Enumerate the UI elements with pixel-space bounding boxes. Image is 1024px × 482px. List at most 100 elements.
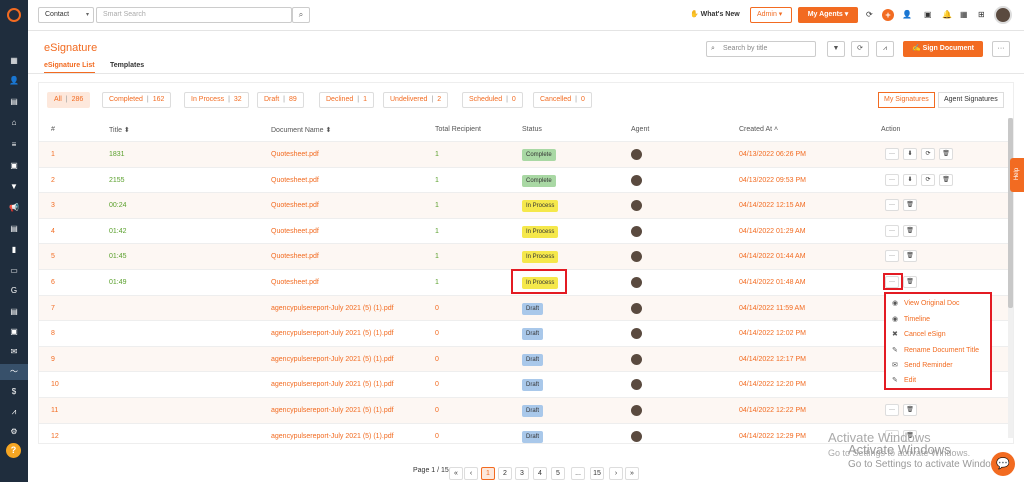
filter-draft[interactable]: Draft | 89: [257, 92, 304, 108]
page-button[interactable]: 3: [515, 467, 529, 480]
refresh-icon[interactable]: ⟳: [851, 41, 869, 57]
megaphone-icon[interactable]: 📢: [8, 202, 20, 214]
trash-icon[interactable]: 🗑: [903, 404, 917, 416]
bell-icon[interactable]: 🔔: [942, 10, 952, 19]
menu-cancel-esign[interactable]: ✖ Cancel eSign: [892, 330, 946, 338]
row-document-link[interactable]: Quotesheet.pdf: [271, 202, 319, 209]
row-document-link[interactable]: agencypulsereport-July 2021 (5) (1).pdf: [271, 433, 394, 440]
menu-timeline[interactable]: ◉ Timeline: [892, 315, 930, 323]
menu-edit[interactable]: ✎ Edit: [892, 376, 916, 384]
documents-icon[interactable]: ▤: [8, 96, 20, 108]
menu-send-reminder[interactable]: ✉ Send Reminder: [892, 361, 953, 369]
google-icon[interactable]: G: [8, 285, 20, 297]
filter-icon[interactable]: ▼: [8, 181, 20, 193]
my-signatures-button[interactable]: My Signatures: [878, 92, 935, 108]
status-icon[interactable]: ▣: [924, 10, 932, 19]
list-icon[interactable]: ≡: [8, 139, 20, 151]
filter-scheduled[interactable]: Scheduled | 0: [462, 92, 523, 108]
more-options-icon[interactable]: ···: [885, 148, 899, 160]
row-document-link[interactable]: Quotesheet.pdf: [271, 228, 319, 235]
more-options-icon[interactable]: ···: [885, 250, 899, 263]
chip-icon[interactable]: ▦: [960, 10, 968, 19]
esignature-icon[interactable]: 〜: [8, 366, 20, 378]
whats-new-link[interactable]: ✋ What's New: [690, 10, 740, 18]
more-options-icon[interactable]: ···: [885, 199, 899, 212]
contacts-icon[interactable]: 👤: [8, 75, 20, 87]
row-document-link[interactable]: agencypulsereport-July 2021 (5) (1).pdf: [271, 407, 394, 414]
smart-search-input[interactable]: Smart Search: [96, 7, 292, 23]
help-icon[interactable]: ?: [6, 443, 21, 458]
brand-logo[interactable]: [0, 0, 28, 30]
row-document-link[interactable]: agencypulsereport-July 2021 (5) (1).pdf: [271, 381, 394, 388]
trash-icon[interactable]: 🗑: [903, 199, 917, 212]
sign-document-button[interactable]: ✍ Sign Document: [903, 41, 983, 57]
row-document-link[interactable]: Quotesheet.pdf: [271, 253, 319, 260]
more-options-icon[interactable]: ···: [992, 41, 1010, 57]
row-document-link[interactable]: Quotesheet.pdf: [271, 177, 319, 184]
filter-cancelled[interactable]: Cancelled | 0: [533, 92, 592, 108]
dollar-icon[interactable]: $: [8, 386, 20, 398]
tab-templates[interactable]: Templates: [110, 62, 144, 69]
trash-icon[interactable]: 🗑: [903, 276, 917, 288]
row-document-link[interactable]: Quotesheet.pdf: [271, 279, 319, 286]
row-document-link[interactable]: agencypulsereport-July 2021 (5) (1).pdf: [271, 330, 394, 337]
grid-icon[interactable]: ⊞: [978, 10, 985, 19]
page-button[interactable]: 4: [533, 467, 547, 480]
page-button[interactable]: 1: [481, 467, 495, 480]
reports-icon[interactable]: ▤: [8, 306, 20, 318]
trash-icon[interactable]: 🗑: [939, 173, 953, 186]
next-page-button[interactable]: ›: [609, 467, 623, 480]
agent-signatures-button[interactable]: Agent Signatures: [938, 92, 1004, 108]
filter-declined[interactable]: Declined | 1: [319, 92, 374, 108]
more-options-icon[interactable]: ···: [885, 224, 899, 237]
add-icon[interactable]: +: [882, 9, 894, 21]
download-icon[interactable]: ⬇: [903, 173, 917, 186]
refresh-icon[interactable]: ⟳: [866, 10, 873, 19]
chat-icon[interactable]: 💬: [991, 452, 1015, 476]
last-page-button[interactable]: »: [625, 467, 639, 480]
menu-view-original-doc[interactable]: ◉ View Original Doc: [892, 299, 959, 307]
col-document-name[interactable]: Document Name ⬍: [271, 126, 331, 134]
col-title[interactable]: Title ⬍: [109, 126, 130, 134]
trash-icon[interactable]: 🗑: [903, 250, 917, 263]
page-button[interactable]: 5: [551, 467, 565, 480]
page-button[interactable]: ...: [571, 467, 585, 480]
chart-icon[interactable]: ⩘: [876, 41, 894, 57]
folder-icon[interactable]: ▭: [8, 265, 20, 277]
calendar-icon[interactable]: ▣: [8, 326, 20, 338]
dashboard-icon[interactable]: ▦: [8, 55, 20, 67]
title-search-input[interactable]: ⌕ Search by title: [706, 41, 816, 57]
bar-chart-icon[interactable]: ▮: [8, 244, 20, 256]
col-created-at[interactable]: Created At ˄: [739, 126, 778, 133]
filter-icon[interactable]: ▼: [827, 41, 845, 57]
refresh-icon[interactable]: ⟳: [921, 148, 935, 160]
more-options-icon[interactable]: ···: [885, 404, 899, 416]
page-button[interactable]: 2: [498, 467, 512, 480]
filter-undelivered[interactable]: Undelivered | 2: [383, 92, 449, 108]
row-document-link[interactable]: agencypulsereport-July 2021 (5) (1).pdf: [271, 356, 394, 363]
first-page-button[interactable]: «: [449, 467, 463, 480]
page-button[interactable]: 15: [590, 467, 604, 480]
document-icon[interactable]: ▤: [8, 223, 20, 235]
my-agents-button[interactable]: My Agents ▾: [798, 7, 858, 23]
mail-icon[interactable]: ✉: [8, 346, 20, 358]
trash-icon[interactable]: 🗑: [939, 148, 953, 160]
bank-icon[interactable]: ⌂: [8, 117, 20, 129]
prev-page-button[interactable]: ‹: [464, 467, 478, 480]
refresh-icon[interactable]: ⟳: [921, 173, 935, 186]
analytics-icon[interactable]: ⩘: [8, 406, 20, 418]
avatar[interactable]: [994, 6, 1012, 24]
user-icon[interactable]: 👤: [902, 10, 912, 19]
row-document-link[interactable]: agencypulsereport-July 2021 (5) (1).pdf: [271, 305, 394, 312]
contact-select[interactable]: Contact ▾: [38, 7, 94, 23]
scrollbar-thumb[interactable]: [1008, 118, 1013, 308]
search-icon[interactable]: ⌕: [292, 7, 310, 23]
settings-icon[interactable]: ⚙: [8, 426, 20, 438]
filter-completed[interactable]: Completed | 162: [102, 92, 172, 108]
help-tab[interactable]: Help: [1010, 158, 1024, 192]
calendar-icon[interactable]: ▣: [8, 160, 20, 172]
row-document-link[interactable]: Quotesheet.pdf: [271, 151, 319, 158]
filter-all[interactable]: All | 286: [47, 92, 91, 108]
trash-icon[interactable]: 🗑: [903, 224, 917, 237]
more-options-icon[interactable]: ···: [885, 173, 899, 186]
